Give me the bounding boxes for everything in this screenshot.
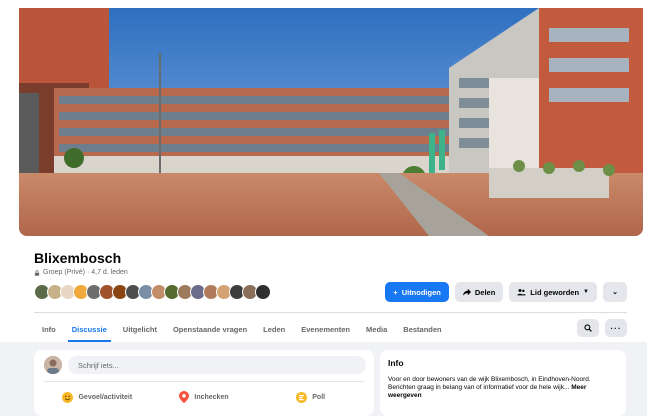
group-title[interactable]: Blixembosch: [34, 250, 121, 266]
plus-icon: +: [393, 287, 398, 297]
member-avatars[interactable]: [34, 284, 271, 300]
tab-uitgelicht[interactable]: Uitgelicht: [115, 317, 165, 342]
member-avatar[interactable]: [255, 284, 271, 300]
group-meta: Groep (Privé) · 4,7 d. leden: [34, 269, 128, 276]
tab-discussie[interactable]: Discussie: [64, 317, 115, 342]
search-button[interactable]: [577, 319, 599, 337]
search-icon: [584, 324, 592, 332]
group-privacy-members[interactable]: Groep (Privé) · 4,7 d. leden: [43, 269, 128, 276]
tab-tools: ···: [577, 319, 627, 337]
info-description: Voor en door bewoners van de wijk Blixem…: [388, 376, 618, 400]
cover-photo[interactable]: [19, 8, 643, 236]
header-divider: [34, 312, 627, 313]
tab-media[interactable]: Media: [358, 317, 395, 342]
smiley-icon: [62, 391, 74, 403]
composer-divider: [44, 381, 364, 382]
tab-bestanden[interactable]: Bestanden: [395, 317, 449, 342]
invite-label: Uitnodigen: [401, 287, 441, 297]
share-arrow-icon: [462, 288, 471, 296]
tab-evenementen[interactable]: Evenementen: [293, 317, 358, 342]
info-title: Info: [388, 358, 404, 368]
share-button[interactable]: Delen: [454, 282, 504, 302]
composer-input[interactable]: Schrijf iets...: [68, 356, 366, 374]
feeling-activity-label: Gevoel/activiteit: [78, 393, 133, 401]
members-icon: [517, 289, 526, 296]
post-composer: Schrijf iets... Gevoel/activiteit Inchec…: [34, 350, 374, 416]
joined-label: Lid geworden: [530, 287, 580, 297]
group-actions: + Uitnodigen Delen Lid geworden ▼ ⌄: [385, 282, 627, 302]
group-tabs: Info Discussie Uitgelicht Openstaande vrage…: [34, 317, 450, 342]
feeling-activity-button[interactable]: Gevoel/activiteit: [44, 386, 151, 408]
info-card: Info Voor en door bewoners van de wijk B…: [380, 350, 626, 416]
more-tabs-button[interactable]: ···: [605, 319, 627, 337]
share-label: Delen: [474, 287, 496, 297]
tab-leden[interactable]: Leden: [255, 317, 293, 342]
poll-label: Poll: [312, 393, 326, 401]
user-avatar[interactable]: [44, 356, 62, 374]
location-pin-icon: [179, 391, 190, 403]
check-in-label: Inchecken: [194, 393, 229, 401]
check-in-button[interactable]: Inchecken: [151, 386, 258, 408]
ellipsis-icon: ···: [610, 323, 622, 333]
info-line-1: Voor en door bewoners van de wijk Blixem…: [388, 376, 591, 383]
lock-icon: [34, 269, 40, 276]
poll-button[interactable]: Poll: [257, 386, 364, 408]
caret-down-icon: ▼: [583, 289, 589, 295]
joined-dropdown-button[interactable]: Lid geworden ▼: [509, 282, 597, 302]
more-options-button[interactable]: ⌄: [603, 282, 627, 302]
tab-info[interactable]: Info: [34, 317, 64, 342]
poll-icon: [296, 391, 308, 403]
info-line-2: Berichten graag in belang van of informa…: [388, 384, 570, 391]
chevron-down-icon: ⌄: [612, 289, 618, 296]
invite-button[interactable]: + Uitnodigen: [385, 282, 449, 302]
tab-openstaande-vragen[interactable]: Openstaande vragen: [165, 317, 255, 342]
